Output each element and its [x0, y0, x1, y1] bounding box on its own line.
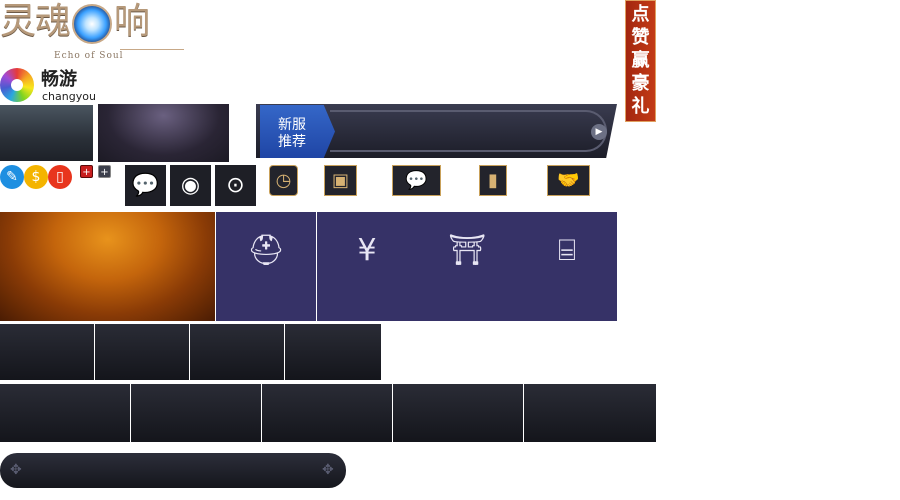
shrine-tile[interactable]: ⛩: [417, 212, 517, 321]
game-logo[interactable]: 灵魂 响: [0, 0, 150, 44]
weibo-icon[interactable]: ◉: [170, 165, 211, 206]
dark-panel-4[interactable]: [393, 384, 523, 442]
dark-tab-3[interactable]: [190, 324, 284, 380]
qr-icon[interactable]: ⊙: [215, 165, 256, 206]
shrine-icon: ⛩: [447, 233, 487, 268]
phone-icon[interactable]: ▯: [48, 165, 72, 189]
bottom-drag-bar[interactable]: [0, 453, 346, 488]
logo-subtitle: Echo of Soul: [54, 51, 124, 61]
chat-icon[interactable]: 💬: [392, 165, 441, 196]
drag-right-icon[interactable]: ✥: [322, 462, 334, 478]
dark-tab-1[interactable]: [0, 324, 94, 380]
plus-dark-icon[interactable]: +: [98, 165, 111, 178]
wechat-icon[interactable]: 💬: [125, 165, 166, 206]
logo-orb-icon: [72, 4, 113, 44]
logo-title-right: 响: [114, 1, 150, 42]
money-tile[interactable]: ¥: [317, 212, 417, 321]
badge-char: 点: [631, 4, 650, 25]
tag-line-1: 新服: [278, 117, 306, 133]
dark-panel-2[interactable]: [131, 384, 261, 442]
money-icon[interactable]: $: [24, 165, 48, 189]
clock-icon[interactable]: ◷: [269, 165, 298, 196]
moneybag-icon: ¥: [357, 233, 377, 268]
dark-panel-1[interactable]: [0, 384, 130, 442]
badge-char: 赞: [631, 27, 650, 48]
server-banner-frame: [330, 110, 607, 152]
dark-panel-5[interactable]: [524, 384, 656, 442]
changyou-logo-icon[interactable]: [0, 68, 34, 102]
badge-char: 赢: [631, 50, 650, 71]
pencil-icon[interactable]: ✎: [0, 165, 24, 189]
badge-char: 豪: [631, 73, 650, 94]
dark-tab-4[interactable]: [285, 324, 381, 380]
publisher-name: 畅游: [41, 69, 77, 90]
helmet-tile[interactable]: ⛑: [216, 212, 316, 321]
dark-panel-3[interactable]: [262, 384, 392, 442]
dark-tab-2[interactable]: [95, 324, 189, 380]
new-server-tag: 新服 推荐: [260, 105, 335, 158]
plus-red-icon[interactable]: +: [80, 165, 93, 178]
drag-left-icon[interactable]: ✥: [10, 462, 22, 478]
badge-char: 礼: [631, 96, 650, 117]
preview-panel-1[interactable]: [0, 105, 93, 161]
photo-icon[interactable]: ▣: [324, 165, 357, 196]
like-reward-badge[interactable]: 点 赞 赢 豪 礼: [625, 0, 656, 122]
scroll-tile[interactable]: ⌸: [517, 212, 617, 321]
play-arrow-icon[interactable]: ▶: [591, 124, 607, 140]
handshake-icon[interactable]: 🤝: [547, 165, 590, 196]
fire-banner[interactable]: [0, 212, 215, 321]
tag-line-2: 推荐: [278, 134, 306, 150]
book-icon[interactable]: ▮: [479, 165, 507, 196]
preview-panel-2[interactable]: [98, 104, 229, 162]
scroll-icon: ⌸: [558, 233, 576, 268]
helmet-icon: ⛑: [246, 233, 286, 268]
logo-divider: [120, 49, 184, 50]
publisher-latin: changyou: [42, 90, 96, 103]
logo-title-left: 灵魂: [0, 1, 71, 42]
